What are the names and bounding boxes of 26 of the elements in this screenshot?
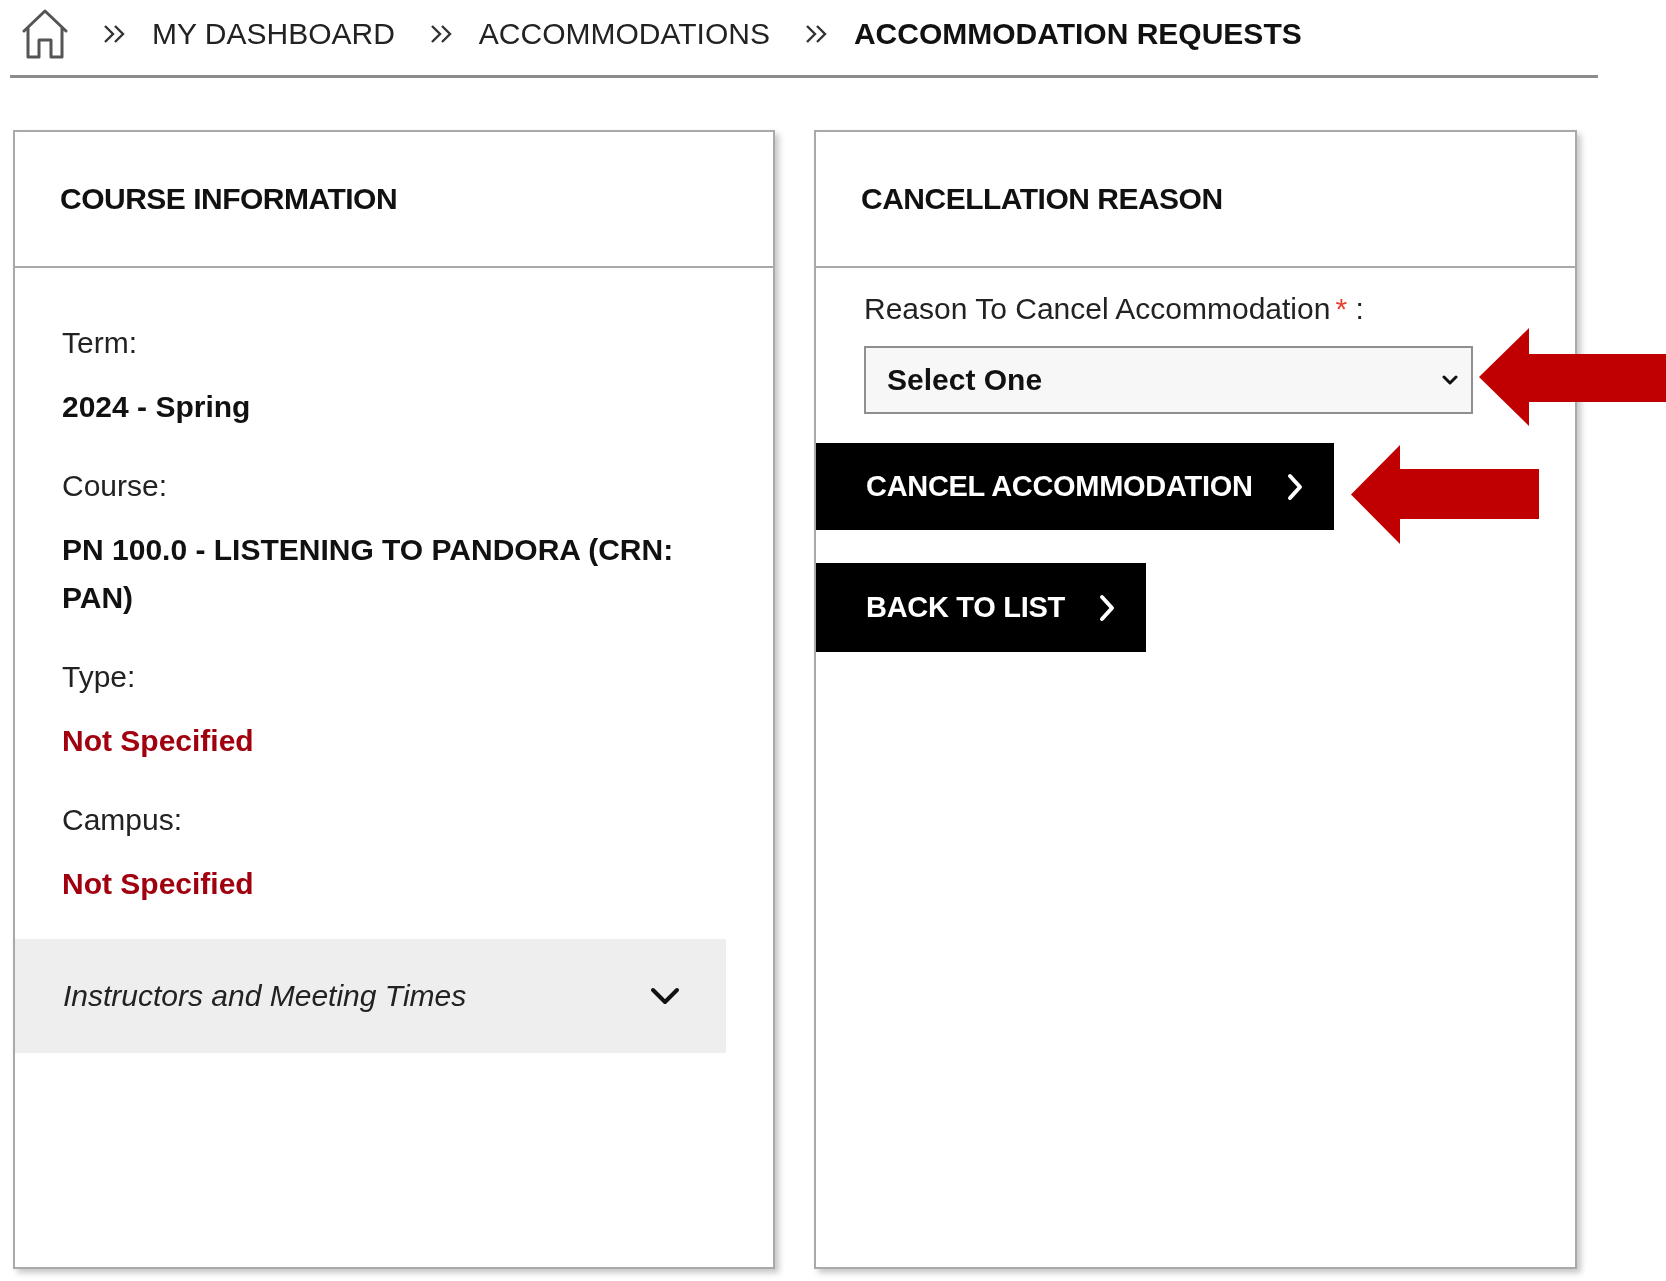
breadcrumb-item[interactable]: MY DASHBOARD bbox=[152, 17, 395, 51]
field-label: Campus: bbox=[62, 802, 184, 838]
double-chevron-icon bbox=[103, 24, 125, 44]
chevron-down-icon bbox=[650, 987, 680, 1005]
field-value: PN 100.0 - LISTENING TO PANDORA (CRN: PAN) bbox=[62, 532, 675, 616]
accordion-header[interactable]: Instructors and Meeting Times bbox=[15, 939, 726, 1053]
field-label: Course: bbox=[62, 468, 169, 504]
back-to-list-button[interactable]: BACK TO LIST bbox=[816, 563, 1146, 652]
breadcrumb-item: ACCOMMODATION REQUESTS bbox=[853, 17, 1302, 51]
field-value: Not Specified bbox=[62, 723, 255, 759]
field-label: Type: bbox=[62, 659, 137, 695]
chevron-right-icon bbox=[1286, 472, 1303, 501]
double-chevron-icon bbox=[429, 24, 452, 44]
field-value: Not Specified bbox=[62, 866, 255, 902]
breadcrumb-item[interactable]: ACCOMMODATIONS bbox=[478, 17, 770, 51]
chevron-right-icon bbox=[1098, 593, 1115, 622]
chevron-down-icon bbox=[1442, 374, 1458, 386]
home-icon[interactable] bbox=[22, 9, 68, 59]
cancel-accommodation-button[interactable]: CANCEL ACCOMMODATION bbox=[816, 443, 1334, 530]
panel-title: CANCELLATION REASON bbox=[861, 181, 1223, 217]
field-value: 2024 - Spring bbox=[62, 389, 252, 425]
field-label: Reason To Cancel Accommodation * : bbox=[864, 291, 1364, 327]
reason-dropdown[interactable]: Select One bbox=[864, 346, 1473, 414]
double-chevron-icon bbox=[804, 24, 827, 44]
field-label: Term: bbox=[62, 325, 138, 361]
panel-title: COURSE INFORMATION bbox=[60, 181, 398, 217]
